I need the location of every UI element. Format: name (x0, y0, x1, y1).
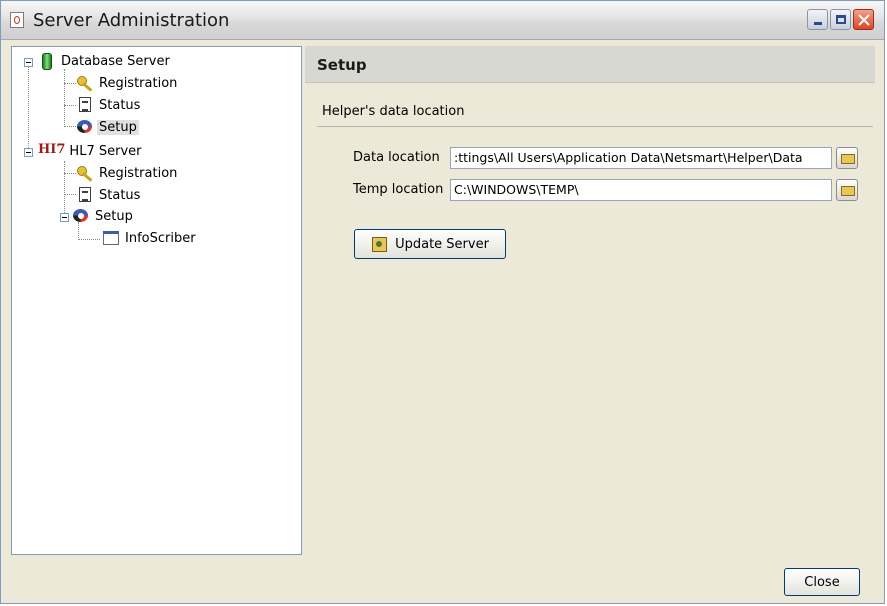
tree-node-infoscriber[interactable]: InfoScriber (102, 228, 198, 248)
tree-node-hl7-server[interactable]: HI7 HL7 Server (38, 141, 143, 161)
group-divider (317, 126, 873, 127)
panel-title: Setup (317, 56, 367, 74)
collapse-hl7-server[interactable] (24, 148, 33, 157)
tree-line (64, 105, 76, 106)
tree-node-db-registration[interactable]: Registration (76, 73, 179, 93)
db-registration-label: Registration (99, 75, 178, 91)
update-server-button[interactable]: Update Server (354, 229, 506, 259)
tree-node-hl7-registration[interactable]: Registration (76, 163, 179, 183)
tree-node-hl7-setup[interactable]: Setup (72, 206, 135, 226)
tree-node-db-setup[interactable]: Setup (76, 117, 139, 137)
key-icon (76, 164, 94, 182)
close-window-button[interactable] (853, 9, 874, 30)
app-icon (10, 12, 24, 28)
key-icon (76, 74, 94, 92)
setup-panel: Setup Helper's data location Data locati… (305, 46, 875, 555)
group-title: Helper's data location (322, 104, 465, 119)
hl7-icon: HI7 (38, 142, 66, 157)
minimize-button[interactable] (807, 9, 828, 30)
tree-line (64, 83, 76, 84)
db-status-label: Status (99, 97, 141, 113)
close-button[interactable]: Close (784, 568, 860, 596)
setup-icon (76, 118, 94, 136)
temp-location-field[interactable]: C:\WINDOWS\TEMP\ (450, 179, 832, 201)
data-location-label: Data location (353, 150, 440, 165)
collapse-database-server[interactable] (24, 58, 33, 67)
database-server-label: Database Server (61, 53, 170, 69)
close-button-label: Close (804, 574, 840, 590)
tree-node-db-status[interactable]: Status (76, 95, 142, 115)
title-bar[interactable]: Server Administration (1, 1, 884, 40)
document-icon (76, 186, 94, 204)
server-admin-window: Server Administration Database Server Re… (0, 0, 885, 604)
tree-line (64, 194, 76, 195)
server-tree: Database Server Registration Status Setu… (11, 46, 302, 555)
maximize-button[interactable] (830, 9, 851, 30)
tree-line (28, 59, 29, 152)
infoscriber-label: InfoScriber (125, 230, 196, 246)
window-icon (102, 229, 120, 247)
hl7-status-label: Status (99, 187, 141, 203)
collapse-hl7-setup[interactable] (60, 213, 69, 222)
browse-temp-location-button[interactable] (836, 179, 858, 201)
tree-line (78, 239, 100, 240)
tree-line (64, 173, 76, 174)
browse-data-location-button[interactable] (836, 147, 858, 169)
update-icon (371, 236, 389, 253)
hl7-server-label: HL7 Server (69, 143, 142, 159)
window-title: Server Administration (33, 10, 230, 31)
hl7-setup-label: Setup (95, 208, 133, 224)
temp-location-label: Temp location (353, 182, 444, 197)
data-location-field[interactable]: :ttings\All Users\Application Data\Netsm… (450, 147, 832, 169)
tree-line (64, 126, 76, 127)
db-setup-label: Setup (97, 119, 139, 135)
panel-header: Setup (305, 46, 875, 83)
update-server-label: Update Server (395, 236, 489, 252)
tree-line (64, 69, 65, 125)
tree-node-hl7-status[interactable]: Status (76, 185, 142, 205)
tree-line (64, 161, 65, 217)
document-icon (76, 96, 94, 114)
hl7-registration-label: Registration (99, 165, 178, 181)
footer-bar: Close (1, 557, 884, 603)
database-icon (42, 52, 52, 70)
setup-icon (72, 207, 90, 225)
tree-node-database-server[interactable]: Database Server (38, 51, 172, 71)
